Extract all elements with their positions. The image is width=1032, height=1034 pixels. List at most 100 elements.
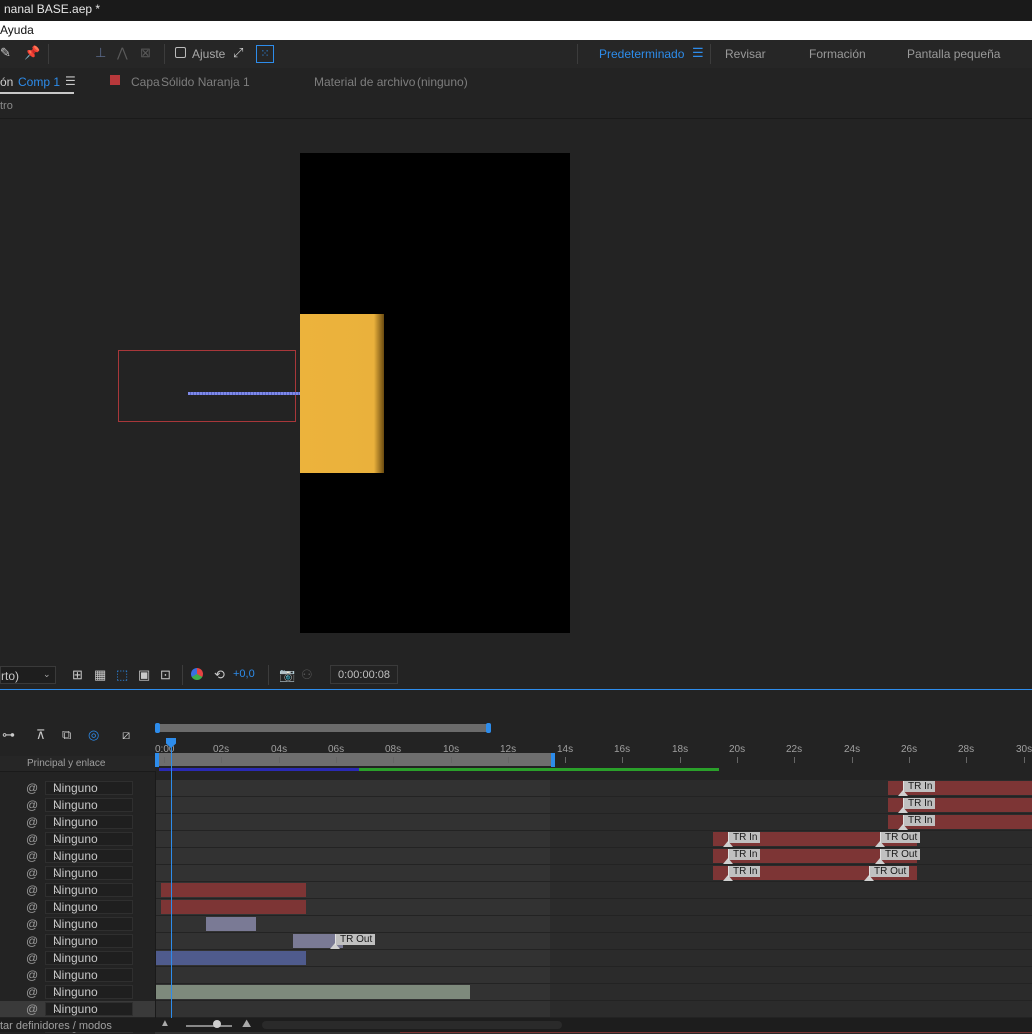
pick-whip-icon[interactable]: @ xyxy=(26,780,38,796)
layer-track[interactable] xyxy=(155,933,1032,949)
parent-dropdown[interactable]: Ninguno⌄ xyxy=(45,968,133,982)
region-of-interest-icon[interactable]: ⊞ xyxy=(72,667,83,683)
time-navigator-start-handle[interactable] xyxy=(155,723,160,733)
snap-grid-icon[interactable]: ⁙ xyxy=(256,45,274,63)
workspace-menu-icon[interactable]: ☰ xyxy=(692,45,704,61)
snap-arrow-icon[interactable]: ⤢ xyxy=(233,45,243,61)
pick-whip-icon[interactable]: @ xyxy=(26,984,38,1000)
tab-menu-icon[interactable]: ☰ xyxy=(65,74,76,88)
pick-whip-icon[interactable]: @ xyxy=(26,899,38,915)
layer-marker-label[interactable]: TR In xyxy=(903,798,936,809)
camera-snapshot-icon[interactable]: 📷 xyxy=(279,667,295,683)
parent-column-header[interactable]: Principal y enlace xyxy=(27,758,105,769)
layer-duration-bar[interactable] xyxy=(161,883,306,897)
mask-path-icon[interactable]: ⬚ xyxy=(116,667,128,683)
zoom-slider[interactable] xyxy=(186,1025,232,1027)
axis-view-icon[interactable]: ⊠ xyxy=(140,45,151,61)
snap-checkbox[interactable] xyxy=(175,47,186,58)
layer-duration-bar[interactable] xyxy=(206,917,256,931)
pick-whip-icon[interactable]: @ xyxy=(26,1001,38,1017)
pin-tool-icon[interactable]: 📌 xyxy=(24,45,40,61)
pick-whip-icon[interactable]: @ xyxy=(26,865,38,881)
pick-whip-icon[interactable]: @ xyxy=(26,831,38,847)
parent-dropdown[interactable]: Ninguno⌄ xyxy=(45,934,133,948)
graph-editor-icon[interactable]: ⧄ xyxy=(122,727,130,743)
toggle-switches-modes[interactable]: tar definidores / modos xyxy=(0,1020,112,1032)
current-time-display[interactable]: 0:00:00:08 xyxy=(330,665,398,684)
parent-dropdown[interactable]: Ninguno⌄ xyxy=(45,798,133,812)
layer-duration-bar[interactable] xyxy=(161,900,306,914)
show-snapshot-icon[interactable]: ⚇ xyxy=(301,667,313,683)
layer-marker-label[interactable]: TR In xyxy=(728,849,761,860)
work-area-end-handle[interactable] xyxy=(551,753,555,767)
parent-dropdown[interactable]: Ninguno⌄ xyxy=(45,832,133,846)
parent-dropdown[interactable]: Ninguno⌄ xyxy=(45,849,133,863)
color-channels-icon[interactable] xyxy=(191,668,203,680)
pick-whip-icon[interactable]: @ xyxy=(26,967,38,983)
workspace-small-screen[interactable]: Pantalla pequeña xyxy=(907,47,1000,61)
pick-whip-icon[interactable]: @ xyxy=(26,797,38,813)
horizontal-scrollbar[interactable] xyxy=(262,1021,562,1029)
layer-marker-label[interactable]: TR Out xyxy=(880,832,921,843)
footage-panel-label[interactable]: Material de archivo xyxy=(314,75,415,89)
current-time-indicator[interactable] xyxy=(171,744,172,1018)
menu-bar: Ayuda xyxy=(0,21,1032,40)
parent-dropdown[interactable]: Ninguno⌄ xyxy=(45,900,133,914)
pick-whip-icon[interactable]: @ xyxy=(26,933,38,949)
layer-duration-bar[interactable] xyxy=(155,985,470,999)
reset-exposure-icon[interactable]: ⟲ xyxy=(214,667,225,683)
layer-panel-name[interactable]: Sólido Naranja 1 xyxy=(161,75,250,89)
axis-local-icon[interactable]: ⊥ xyxy=(95,45,106,61)
motion-path[interactable] xyxy=(188,392,300,395)
workspace-review[interactable]: Revisar xyxy=(725,47,766,61)
layer-marker-label[interactable]: TR In xyxy=(903,781,936,792)
grid-guides-icon[interactable]: ⊡ xyxy=(160,667,171,683)
work-area-start-handle[interactable] xyxy=(155,753,159,767)
exposure-value[interactable]: +0,0 xyxy=(233,668,255,680)
parent-dropdown[interactable]: Ninguno⌄ xyxy=(45,917,133,931)
parent-dropdown[interactable]: Ninguno⌄ xyxy=(45,1002,133,1016)
time-navigator[interactable] xyxy=(157,724,490,732)
parent-dropdown[interactable]: Ninguno⌄ xyxy=(45,781,133,795)
zoom-slider-thumb[interactable] xyxy=(213,1020,221,1028)
orange-solid-layer[interactable] xyxy=(300,314,384,473)
layer-duration-bar[interactable] xyxy=(155,951,306,965)
axis-world-icon[interactable]: ⋀ xyxy=(117,45,128,61)
time-navigator-end-handle[interactable] xyxy=(486,723,491,733)
layer-marker-label[interactable]: TR Out xyxy=(335,934,376,945)
tab-comp-1[interactable]: Comp 1 xyxy=(18,75,60,89)
parent-dropdown[interactable]: Ninguno⌄ xyxy=(45,883,133,897)
layer-marker-label[interactable]: TR In xyxy=(728,832,761,843)
brush-icon[interactable]: ✎ xyxy=(0,45,11,61)
parent-dropdown[interactable]: Ninguno⌄ xyxy=(45,985,133,999)
layer-marker-label[interactable]: TR Out xyxy=(869,866,910,877)
parent-dropdown[interactable]: Ninguno⌄ xyxy=(45,951,133,965)
parent-dropdown[interactable]: Ninguno⌄ xyxy=(45,866,133,880)
layer-marker-label[interactable]: TR Out xyxy=(880,849,921,860)
zoom-out-icon[interactable]: ▲ xyxy=(160,1018,170,1029)
pick-whip-icon[interactable]: @ xyxy=(26,950,38,966)
layer-panel-label[interactable]: Capa xyxy=(131,75,160,89)
pick-whip-icon[interactable]: @ xyxy=(26,882,38,898)
graph-editor-toggle-icon[interactable]: ◎ xyxy=(88,727,99,743)
layer-track[interactable] xyxy=(155,1001,1032,1017)
zoom-in-icon[interactable]: ⛰ xyxy=(242,1018,251,1031)
safe-zones-icon[interactable]: ▣ xyxy=(138,667,150,683)
pick-whip-icon[interactable]: @ xyxy=(26,814,38,830)
layer-track[interactable] xyxy=(155,916,1032,932)
resolution-dropdown[interactable]: rto) ⌄ xyxy=(0,666,56,684)
parent-dropdown[interactable]: Ninguno⌄ xyxy=(45,815,133,829)
layer-marker-label[interactable]: TR In xyxy=(728,866,761,877)
layer-marker-label[interactable]: TR In xyxy=(903,815,936,826)
layer-track[interactable] xyxy=(155,967,1032,983)
layer-bounding-box[interactable] xyxy=(118,350,296,422)
frame-blending-icon[interactable]: ⊼ xyxy=(36,727,46,743)
shy-layers-icon[interactable]: ⊶ xyxy=(2,727,15,743)
pick-whip-icon[interactable]: @ xyxy=(26,848,38,864)
pick-whip-icon[interactable]: @ xyxy=(26,916,38,932)
transparency-grid-icon[interactable]: ▦ xyxy=(94,667,106,683)
workspace-learning[interactable]: Formación xyxy=(809,47,866,61)
workspace-default[interactable]: Predeterminado xyxy=(599,47,684,61)
menu-help[interactable]: Ayuda xyxy=(0,21,34,40)
motion-blur-icon[interactable]: ⧉ xyxy=(62,727,71,743)
